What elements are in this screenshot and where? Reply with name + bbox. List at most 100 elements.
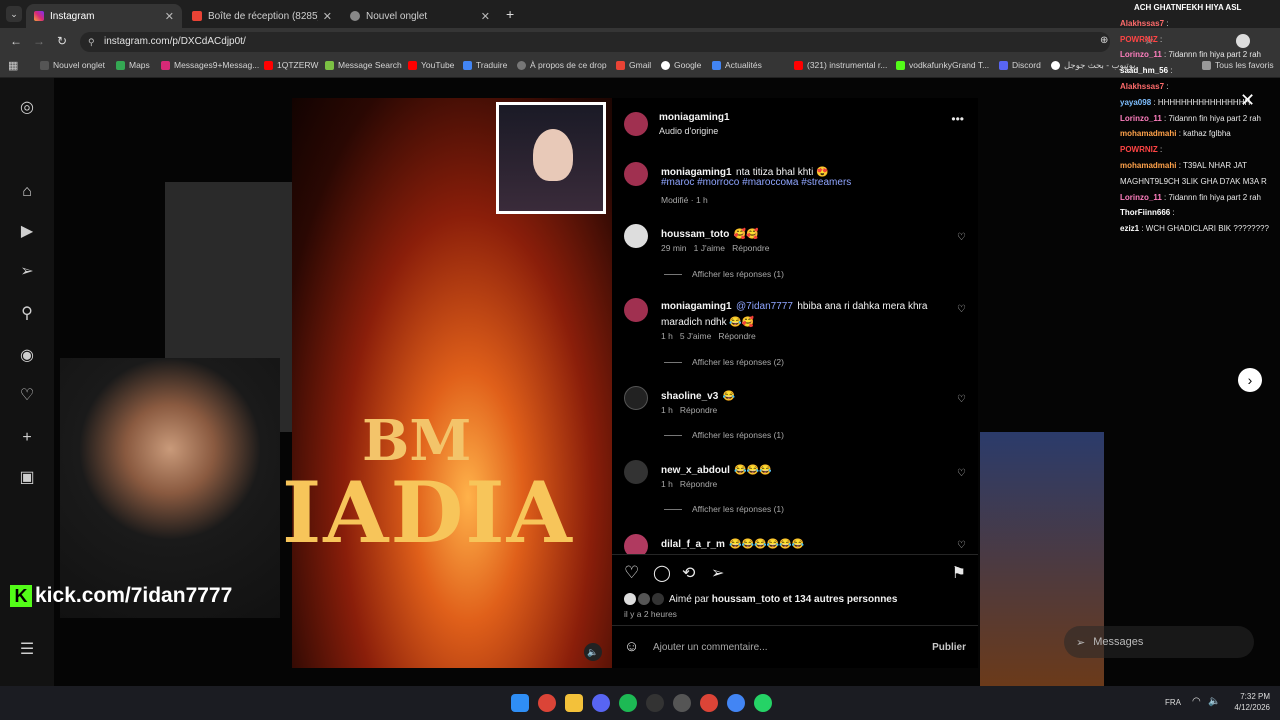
comment-username[interactable]: shaoline_v3 (661, 391, 718, 402)
reply-link[interactable]: Répondre (680, 405, 717, 415)
back-icon[interactable]: ← (10, 34, 22, 48)
like-comment-icon[interactable]: ♡ (957, 468, 966, 479)
bookmark-item[interactable]: Messages9+Messag... (161, 60, 259, 70)
like-comment-icon[interactable]: ♡ (957, 394, 966, 405)
show-replies[interactable]: Afficher les réponses (1) (664, 430, 784, 440)
comment-username[interactable]: houssam_toto (661, 229, 729, 240)
like-comment-icon[interactable]: ♡ (957, 232, 966, 243)
save-icon[interactable]: ⚑ (952, 563, 966, 583)
more-options-icon[interactable]: ••• (951, 112, 964, 126)
bookmark-item[interactable]: Message Search (325, 60, 402, 70)
url-field[interactable]: ⚲ instagram.com/p/DXCdACdjp0t/ (80, 32, 1110, 52)
bookmark-item[interactable]: À propos de ce drop (517, 60, 607, 70)
liked-by-suffix[interactable]: et 134 autres personnes (783, 594, 898, 605)
bookmark-item[interactable]: Nouvel onglet (40, 60, 105, 70)
tab-new[interactable]: Nouvel onglet ✕ (342, 4, 498, 28)
notifications-heart-icon[interactable]: ♡ (17, 386, 37, 406)
bookmark-item[interactable]: (321) instrumental r... (794, 60, 887, 70)
bookmark-item[interactable]: vodkafunkyGrand T... (896, 60, 989, 70)
volume-icon[interactable]: 🔈 (584, 643, 602, 661)
explore-icon[interactable]: ◉ (17, 346, 37, 366)
comment-likes[interactable]: 5 J'aime (680, 331, 711, 341)
more-icon[interactable]: ☰ (17, 640, 37, 660)
wifi-icon[interactable]: ◠ (1192, 696, 1201, 707)
share-icon[interactable]: ➢ (711, 563, 724, 583)
streamer-avatar (533, 129, 573, 181)
zoom-icon[interactable]: ⊕ (1100, 35, 1108, 46)
instagram-logo-icon[interactable]: ◎ (17, 98, 37, 118)
comment-icon[interactable]: ◯ (653, 563, 671, 583)
avatar[interactable] (624, 162, 648, 186)
avatar[interactable] (624, 298, 648, 322)
comment-username[interactable]: moniagaming1 (661, 301, 732, 312)
picture-in-picture-video[interactable] (496, 102, 606, 214)
comment-username[interactable]: dilal_f_a_r_m (661, 539, 725, 550)
show-replies[interactable]: Afficher les réponses (1) (664, 269, 784, 279)
bookmark-item[interactable]: Actualités (712, 60, 762, 70)
comment-likes[interactable]: 1 J'aime (694, 243, 725, 253)
close-icon[interactable]: ✕ (323, 10, 332, 23)
reply-link[interactable]: Répondre (718, 331, 755, 341)
search-icon[interactable]: ⚲ (17, 304, 37, 324)
start-icon[interactable] (511, 694, 529, 712)
emoji-icon[interactable]: ☺ (624, 638, 639, 655)
dashboard-icon[interactable]: ▣ (17, 468, 37, 488)
direct-icon[interactable]: ➢ (17, 262, 37, 282)
tab-search-icon[interactable]: ⌄ (6, 6, 22, 22)
avatar[interactable] (624, 460, 648, 484)
forward-icon[interactable]: → (33, 34, 45, 48)
show-replies[interactable]: Afficher les réponses (2) (664, 357, 784, 367)
avatar[interactable] (624, 224, 648, 248)
comment-input[interactable]: Ajouter un commentaire... (653, 642, 768, 653)
language-indicator[interactable]: FRA (1165, 698, 1181, 707)
new-tab-button[interactable]: + (506, 6, 514, 22)
show-replies[interactable]: Afficher les réponses (1) (664, 504, 784, 514)
repost-icon[interactable]: ⟲ (682, 563, 695, 583)
publish-button[interactable]: Publier (932, 642, 966, 653)
bookmark-item[interactable]: 1QTZERW (264, 60, 318, 70)
bookmark-item[interactable]: Discord (999, 60, 1041, 70)
obs-icon[interactable] (646, 694, 664, 712)
chrome-icon[interactable] (727, 694, 745, 712)
reply-link[interactable]: Répondre (680, 479, 717, 489)
caption-hashtags[interactable]: #maroc #morroco #maroccoма #streamers (661, 177, 851, 188)
spotify-icon[interactable] (619, 694, 637, 712)
clock[interactable]: 7:32 PM 4/12/2026 (1230, 691, 1270, 713)
bookmark-item[interactable]: YouTube (408, 60, 454, 70)
steam-icon[interactable] (673, 694, 691, 712)
tab-gmail[interactable]: Boîte de réception (8285) - kar ✕ (184, 4, 340, 28)
volume-icon[interactable]: 🔈 (1208, 696, 1220, 707)
site-info-icon[interactable]: ⚲ (88, 32, 95, 52)
close-icon[interactable]: ✕ (481, 10, 490, 23)
create-icon[interactable]: + (17, 428, 37, 448)
bookmark-item[interactable]: Traduire (463, 60, 507, 70)
bookmark-item[interactable]: Gmail (616, 60, 651, 70)
maps-icon (116, 60, 125, 70)
close-icon[interactable]: ✕ (165, 10, 174, 23)
whatsapp-icon[interactable] (754, 694, 772, 712)
reload-icon[interactable]: ↻ (57, 34, 67, 48)
home-icon[interactable]: ⌂ (17, 182, 37, 202)
author-username[interactable]: moniagaming1 (659, 112, 730, 123)
audio-label[interactable]: Audio d'origine (659, 126, 718, 136)
like-comment-icon[interactable]: ♡ (957, 304, 966, 315)
next-post-icon[interactable]: › (1238, 368, 1262, 392)
liked-by-user[interactable]: houssam_toto (712, 594, 780, 605)
comment-username[interactable]: new_x_abdoul (661, 465, 730, 476)
like-comment-icon[interactable]: ♡ (957, 540, 966, 551)
folder-icon[interactable] (565, 694, 583, 712)
reels-icon[interactable]: ▶ (17, 222, 37, 242)
chrome-icon[interactable] (700, 694, 718, 712)
like-icon[interactable]: ♡ (624, 563, 639, 583)
reply-link[interactable]: Répondre (732, 243, 769, 253)
bookmark-item[interactable]: Maps (116, 60, 150, 70)
apps-icon[interactable]: ▦ (8, 59, 18, 72)
chrome-icon[interactable] (538, 694, 556, 712)
bookmark-item[interactable]: Google (661, 60, 701, 70)
tab-instagram[interactable]: Instagram ✕ (26, 4, 182, 28)
avatar[interactable] (624, 112, 648, 136)
comment-mention[interactable]: @7idan7777 (736, 301, 793, 312)
discord-icon[interactable] (592, 694, 610, 712)
avatar[interactable] (624, 386, 648, 410)
messages-button[interactable]: ➢ Messages (1064, 626, 1254, 658)
